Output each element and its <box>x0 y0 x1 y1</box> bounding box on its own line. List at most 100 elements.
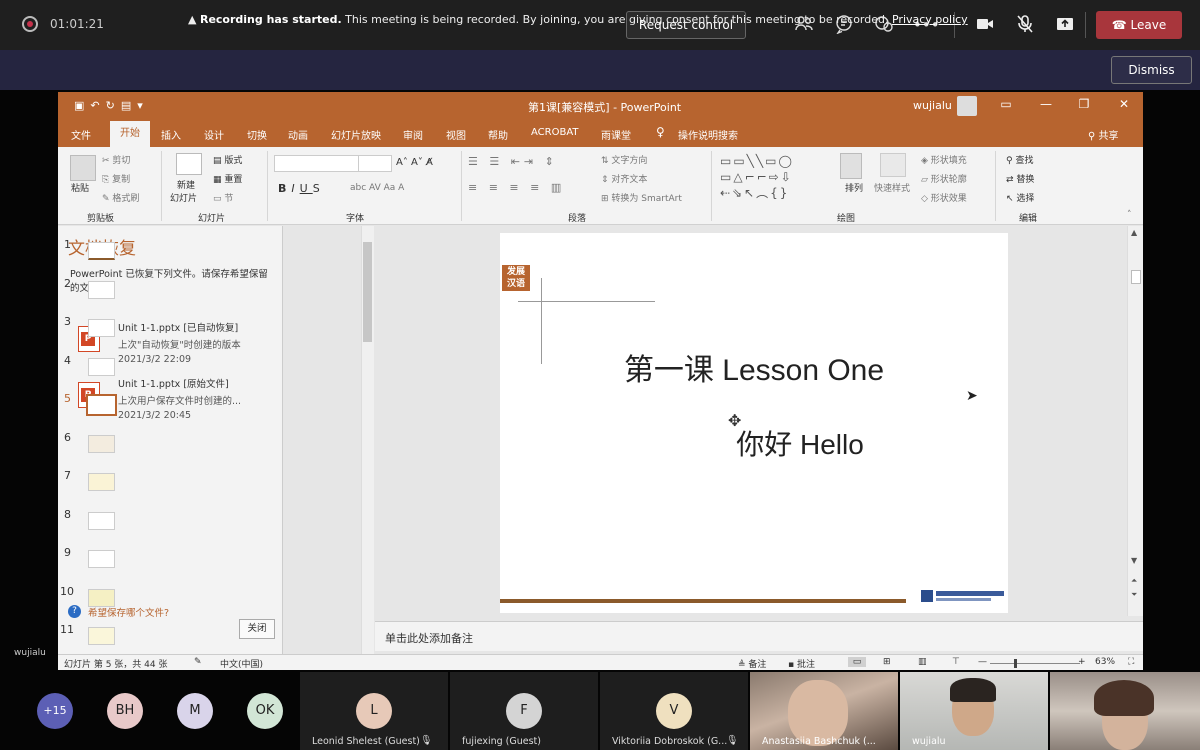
slide-thumbnail[interactable] <box>88 627 115 645</box>
font-size-controls[interactable]: A˄ A˅ A̸ <box>396 157 433 168</box>
slideshow-icon[interactable]: ⊤ <box>952 657 960 667</box>
previous-slide-icon[interactable]: ⏶ <box>1131 576 1137 586</box>
fit-to-window-icon[interactable]: ⛶ <box>1128 657 1134 667</box>
replace-button[interactable]: ⇄ 替换 <box>1006 172 1034 185</box>
tell-me-search[interactable]: 操作说明搜索 <box>678 127 738 142</box>
tab-file[interactable]: 文件 <box>71 127 91 142</box>
format-painter-button[interactable]: ✎ 格式刷 <box>102 191 139 204</box>
current-slide[interactable]: 发展 汉语 第一课 Lesson One 你好 Hello ✥ <box>500 233 1008 613</box>
more-participants-badge[interactable]: +15 <box>37 693 73 729</box>
shape-effects-button[interactable]: ◇ 形状效果 <box>921 191 967 204</box>
notes-pane[interactable]: 单击此处添加备注 <box>375 621 1143 651</box>
shapes-gallery[interactable]: ▭▭╲╲▭◯ ▭△⌐⌐⇨⇩ ⇠⇘↖︵{} <box>720 153 832 205</box>
cut-button[interactable]: ✂ 剪切 <box>102 153 130 166</box>
tab-animations[interactable]: 动画 <box>288 127 308 142</box>
customize-qat-icon[interactable]: ▾ <box>137 99 149 112</box>
slide-thumbnail[interactable] <box>88 281 115 299</box>
copy-button[interactable]: ⎘ 复制 <box>102 172 130 185</box>
minimize-icon[interactable]: — <box>1036 97 1056 115</box>
next-slide-icon[interactable]: ⏷ <box>1131 590 1137 600</box>
ribbon-display-icon[interactable]: ▭ <box>996 97 1016 115</box>
share-screen-icon[interactable] <box>1054 14 1076 36</box>
save-icon[interactable]: ▣ <box>74 99 90 112</box>
thumbnails-scroll-thumb[interactable] <box>363 242 372 342</box>
slide-thumbnail[interactable] <box>88 589 115 607</box>
language-indicator[interactable]: 中文(中国) <box>220 657 263 670</box>
present-icon[interactable]: ▤ <box>121 99 137 112</box>
quick-styles-label[interactable]: 快速样式 <box>874 181 910 194</box>
slide-thumbnail-selected[interactable] <box>86 394 117 416</box>
participant-avatar[interactable]: OK <box>247 693 283 729</box>
align-buttons[interactable]: ≡ ≡ ≡ ≡ ▥ <box>468 181 565 194</box>
undo-icon[interactable]: ↶ <box>90 99 105 112</box>
tab-slideshow[interactable]: 幻灯片放映 <box>331 127 381 142</box>
shape-outline-button[interactable]: ▱ 形状轮廓 <box>921 172 967 185</box>
participant-tile[interactable]: F fujiexing (Guest) <box>450 672 598 750</box>
video-tile[interactable] <box>1050 672 1200 750</box>
reset-button[interactable]: ▦ 重置 <box>213 172 242 185</box>
privacy-policy-link[interactable]: Privacy policy <box>892 13 968 26</box>
spellcheck-icon[interactable]: ✎ <box>194 657 202 667</box>
slide-thumbnail[interactable] <box>88 319 115 337</box>
share-button[interactable]: ⚲ 共享 <box>1088 127 1119 142</box>
redo-icon[interactable]: ↻ <box>106 99 121 112</box>
zoom-slider-thumb[interactable] <box>1014 659 1017 668</box>
user-avatar[interactable] <box>957 96 977 116</box>
tab-review[interactable]: 审阅 <box>403 127 423 142</box>
slide-scrollbar[interactable]: ▲ ▼ ⏶ ⏷ <box>1127 226 1143 616</box>
tab-transitions[interactable]: 切换 <box>247 127 267 142</box>
tab-rainclassroom[interactable]: 雨课堂 <box>601 127 631 142</box>
scroll-down-icon[interactable]: ▼ <box>1131 556 1137 565</box>
slide-scroll-thumb[interactable] <box>1131 270 1141 284</box>
tab-design[interactable]: 设计 <box>204 127 224 142</box>
zoom-level[interactable]: 63% <box>1095 657 1115 667</box>
slide-thumbnail[interactable] <box>88 550 115 568</box>
align-text-button[interactable]: ⇕ 对齐文本 <box>601 172 647 185</box>
dismiss-button[interactable]: Dismiss <box>1111 56 1192 84</box>
font-size-dropdown[interactable] <box>358 155 392 172</box>
normal-view-icon[interactable]: ▭ <box>848 657 866 667</box>
new-slide-label[interactable]: 新建 <box>177 178 195 191</box>
participant-tile[interactable]: L Leonid Shelest (Guest) 🎙 <box>300 672 448 750</box>
paste-label[interactable]: 粘贴 <box>71 181 89 194</box>
scroll-up-icon[interactable]: ▲ <box>1131 228 1137 237</box>
tab-acrobat[interactable]: ACROBAT <box>531 127 579 138</box>
zoom-out-icon[interactable]: — <box>978 657 987 667</box>
collapse-ribbon-icon[interactable]: ˄ <box>1127 210 1132 220</box>
quick-styles-icon[interactable] <box>880 153 906 177</box>
participant-tile[interactable]: V Viktoriia Dobroskok (G... 🎙 <box>600 672 748 750</box>
comments-toggle[interactable]: ▪ 批注 <box>788 657 815 670</box>
slide-sorter-icon[interactable]: ⊞ <box>883 657 891 667</box>
smartart-button[interactable]: ⊞ 转换为 SmartArt <box>601 191 682 204</box>
mic-muted-icon[interactable] <box>1014 14 1036 36</box>
new-slide-icon[interactable] <box>176 153 202 175</box>
recovery-close-button[interactable]: 关闭 <box>239 619 275 639</box>
reading-view-icon[interactable]: ▥ <box>918 657 927 667</box>
restore-icon[interactable]: ❐ <box>1074 97 1094 115</box>
slide-thumbnail[interactable] <box>88 512 115 530</box>
shape-fill-button[interactable]: ◈ 形状填充 <box>921 153 967 166</box>
camera-icon[interactable] <box>974 14 996 36</box>
participant-avatar[interactable]: M <box>177 693 213 729</box>
slide-thumbnail[interactable] <box>88 242 115 260</box>
paste-icon[interactable] <box>70 155 96 181</box>
slide-thumbnail[interactable] <box>88 435 115 453</box>
arrange-label[interactable]: 排列 <box>845 181 863 194</box>
text-direction-button[interactable]: ⇅ 文字方向 <box>601 153 647 166</box>
tab-insert[interactable]: 插入 <box>161 127 181 142</box>
new-slide-label-2[interactable]: 幻灯片 <box>170 191 197 204</box>
notes-placeholder[interactable]: 单击此处添加备注 <box>385 630 473 646</box>
zoom-slider[interactable] <box>990 663 1080 664</box>
which-file-help-link[interactable]: 希望保存哪个文件? <box>88 605 169 619</box>
slide-title[interactable]: 第一课 Lesson One <box>500 345 1008 389</box>
section-button[interactable]: ▭ 节 <box>213 191 233 204</box>
video-tile[interactable]: Anastasiia Bashchuk (... <box>750 672 898 750</box>
slide-thumbnail[interactable] <box>88 473 115 491</box>
zoom-in-icon[interactable]: + <box>1078 657 1086 667</box>
close-icon[interactable]: ✕ <box>1114 97 1134 115</box>
layout-button[interactable]: ▤ 版式 <box>213 153 242 166</box>
list-buttons[interactable]: ☰ ☰ ⇤⇥ ⇕ <box>468 155 558 168</box>
slide-thumbnail[interactable] <box>88 358 115 376</box>
font-style-buttons[interactable]: BIUS <box>278 182 325 195</box>
leave-button[interactable]: ☎ Leave <box>1096 11 1182 39</box>
